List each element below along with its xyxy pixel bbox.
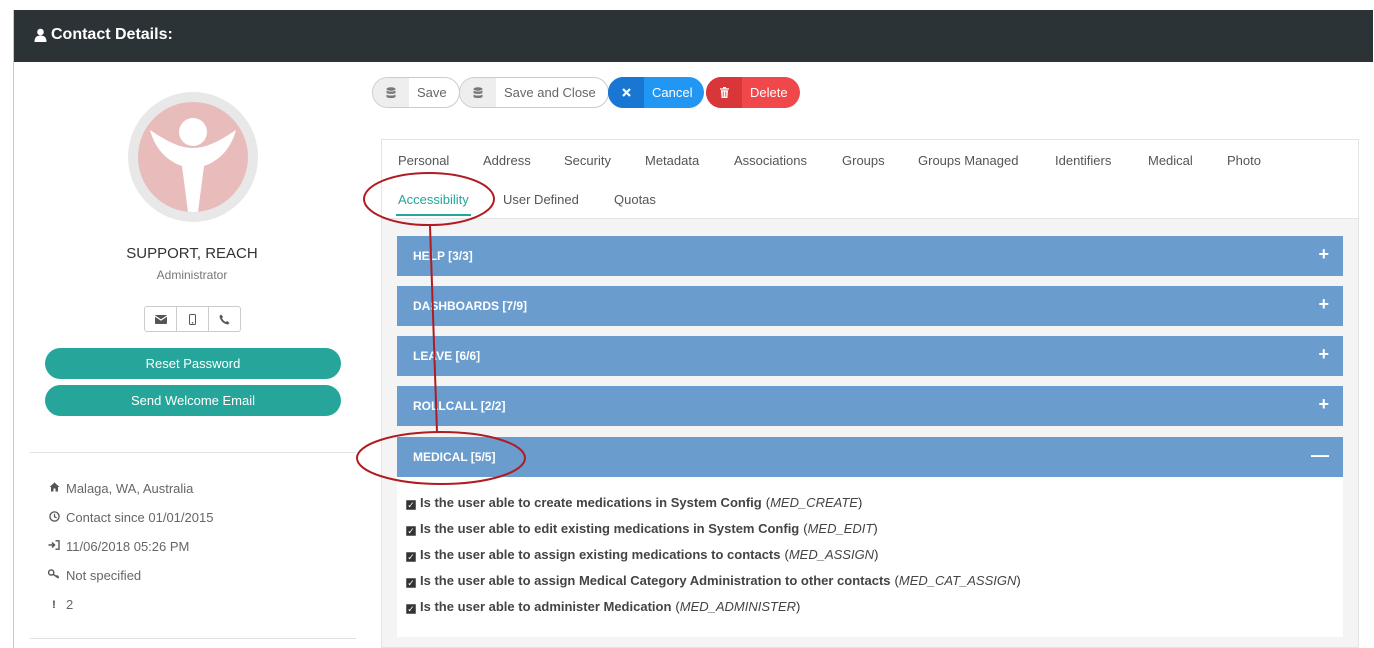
tab-medical[interactable]: Medical (1148, 153, 1193, 168)
plus-icon: + (1318, 294, 1329, 314)
contact-button-group (144, 306, 241, 332)
accordion-rollcall-label: ROLLCALL [2/2] (413, 399, 506, 413)
delete-button[interactable]: Delete (706, 77, 800, 108)
permission-row: ✓ Is the user able to assign Medical Cat… (406, 573, 1021, 588)
permission-row: ✓ Is the user able to administer Medicat… (406, 599, 801, 614)
permission-code: MED_ADMINISTER (679, 599, 797, 614)
mobile-button[interactable] (176, 306, 209, 332)
permission-checkbox[interactable]: ✓ (406, 526, 416, 536)
sign-in-icon (48, 540, 60, 553)
permission-code: MED_CAT_ASSIGN (898, 573, 1017, 588)
permission-text: Is the user able to create medications i… (420, 495, 762, 510)
mobile-icon (189, 313, 196, 325)
key-info: Not specified (47, 568, 142, 583)
tab-associations[interactable]: Associations (734, 153, 807, 168)
clock-icon (48, 510, 60, 525)
location-info: Malaga, WA, Australia (48, 481, 193, 496)
accordion-leave-label: LEAVE [6/6] (413, 349, 481, 363)
alerts-count: 2 (66, 597, 74, 612)
page-title-text: Contact Details: (51, 26, 173, 43)
tab-personal[interactable]: Personal (398, 153, 449, 168)
user-name: SUPPORT, REACH (126, 245, 258, 262)
permission-text: Is the user able to assign existing medi… (420, 547, 781, 562)
home-icon (48, 482, 60, 495)
send-welcome-email-button[interactable]: Send Welcome Email (45, 385, 341, 416)
key-icon (47, 569, 60, 582)
tab-address[interactable]: Address (483, 153, 531, 168)
tab-groups[interactable]: Groups (842, 153, 885, 168)
contact-tabs-panel: Personal Address Security Metadata Assoc… (381, 139, 1359, 648)
permission-checkbox[interactable]: ✓ (406, 500, 416, 510)
user-icon (34, 28, 47, 42)
medical-permissions-body: ✓ Is the user able to create medications… (397, 477, 1343, 637)
cancel-button[interactable]: Cancel (608, 77, 705, 108)
accordion-help-label: HELP [3/3] (413, 249, 473, 263)
last-login-info: 11/06/2018 05:26 PM (48, 539, 189, 554)
tab-user-defined[interactable]: User Defined (503, 192, 579, 207)
contact-since-info: Contact since 01/01/2015 (48, 510, 213, 525)
tab-bar: Personal Address Security Metadata Assoc… (382, 140, 1358, 219)
alerts-info: ! 2 (48, 597, 73, 612)
tab-photo[interactable]: Photo (1227, 153, 1261, 168)
accordion-dashboards[interactable]: DASHBOARDS [7/9] + (397, 286, 1343, 326)
minus-icon: — (1311, 445, 1329, 465)
envelope-icon (154, 314, 167, 324)
tab-security[interactable]: Security (564, 153, 611, 168)
permission-checkbox[interactable]: ✓ (406, 578, 416, 588)
avatar (128, 92, 258, 222)
trash-icon (706, 77, 742, 108)
tab-groups-managed[interactable]: Groups Managed (918, 153, 1018, 168)
exclamation-icon: ! (52, 598, 56, 611)
phone-button[interactable] (208, 306, 241, 332)
header-bar: Contact Details: (14, 10, 1373, 62)
database-icon (460, 78, 496, 107)
accordion-help[interactable]: HELP [3/3] + (397, 236, 1343, 276)
last-login-text: 11/06/2018 05:26 PM (66, 539, 190, 554)
permission-text: Is the user able to administer Medicatio… (420, 599, 672, 614)
save-button[interactable]: Save (372, 77, 460, 108)
plus-icon: + (1318, 394, 1329, 414)
contact-details-window: Contact Details: SUPPORT, REACH Administ… (13, 10, 1373, 648)
key-text: Not specified (66, 568, 142, 583)
save-and-close-button[interactable]: Save and Close (459, 77, 609, 108)
plus-icon: + (1318, 244, 1329, 264)
profile-divider-bottom (30, 638, 356, 639)
permission-row: ✓ Is the user able to create medications… (406, 495, 863, 510)
tab-identifiers[interactable]: Identifiers (1055, 153, 1111, 168)
permission-text: Is the user able to assign Medical Categ… (420, 573, 891, 588)
save-label: Save (417, 85, 447, 100)
cancel-label: Cancel (652, 85, 693, 100)
delete-label: Delete (750, 85, 788, 100)
database-icon (373, 78, 409, 107)
permission-row: ✓ Is the user able to edit existing medi… (406, 521, 878, 536)
contact-since-text: Contact since 01/01/2015 (66, 510, 214, 525)
accordion-leave[interactable]: LEAVE [6/6] + (397, 336, 1343, 376)
permission-code: MED_EDIT (807, 521, 874, 536)
email-button[interactable] (144, 306, 177, 332)
accordion-rollcall[interactable]: ROLLCALL [2/2] + (397, 386, 1343, 426)
permission-checkbox[interactable]: ✓ (406, 604, 416, 614)
permission-row: ✓ Is the user able to assign existing me… (406, 547, 879, 562)
times-icon (608, 77, 644, 108)
page-title: Contact Details: (34, 26, 173, 44)
save-and-close-label: Save and Close (504, 85, 596, 100)
profile-figure-icon (150, 118, 236, 212)
plus-icon: + (1318, 344, 1329, 364)
user-role: Administrator (156, 268, 228, 282)
tab-quotas[interactable]: Quotas (614, 192, 656, 207)
profile-divider (30, 452, 356, 453)
accordion-medical[interactable]: MEDICAL [5/5] — (397, 437, 1343, 477)
permission-checkbox[interactable]: ✓ (406, 552, 416, 562)
accordion-medical-label: MEDICAL [5/5] (413, 450, 496, 464)
tab-accessibility[interactable]: Accessibility (396, 192, 471, 216)
permission-text: Is the user able to edit existing medica… (420, 521, 800, 536)
location-text: Malaga, WA, Australia (66, 481, 194, 496)
tab-metadata[interactable]: Metadata (645, 153, 699, 168)
accordion-dashboards-label: DASHBOARDS [7/9] (413, 299, 528, 313)
permission-code: MED_CREATE (770, 495, 858, 510)
phone-icon (219, 314, 230, 324)
reset-password-button[interactable]: Reset Password (45, 348, 341, 379)
permission-code: MED_ASSIGN (788, 547, 875, 562)
